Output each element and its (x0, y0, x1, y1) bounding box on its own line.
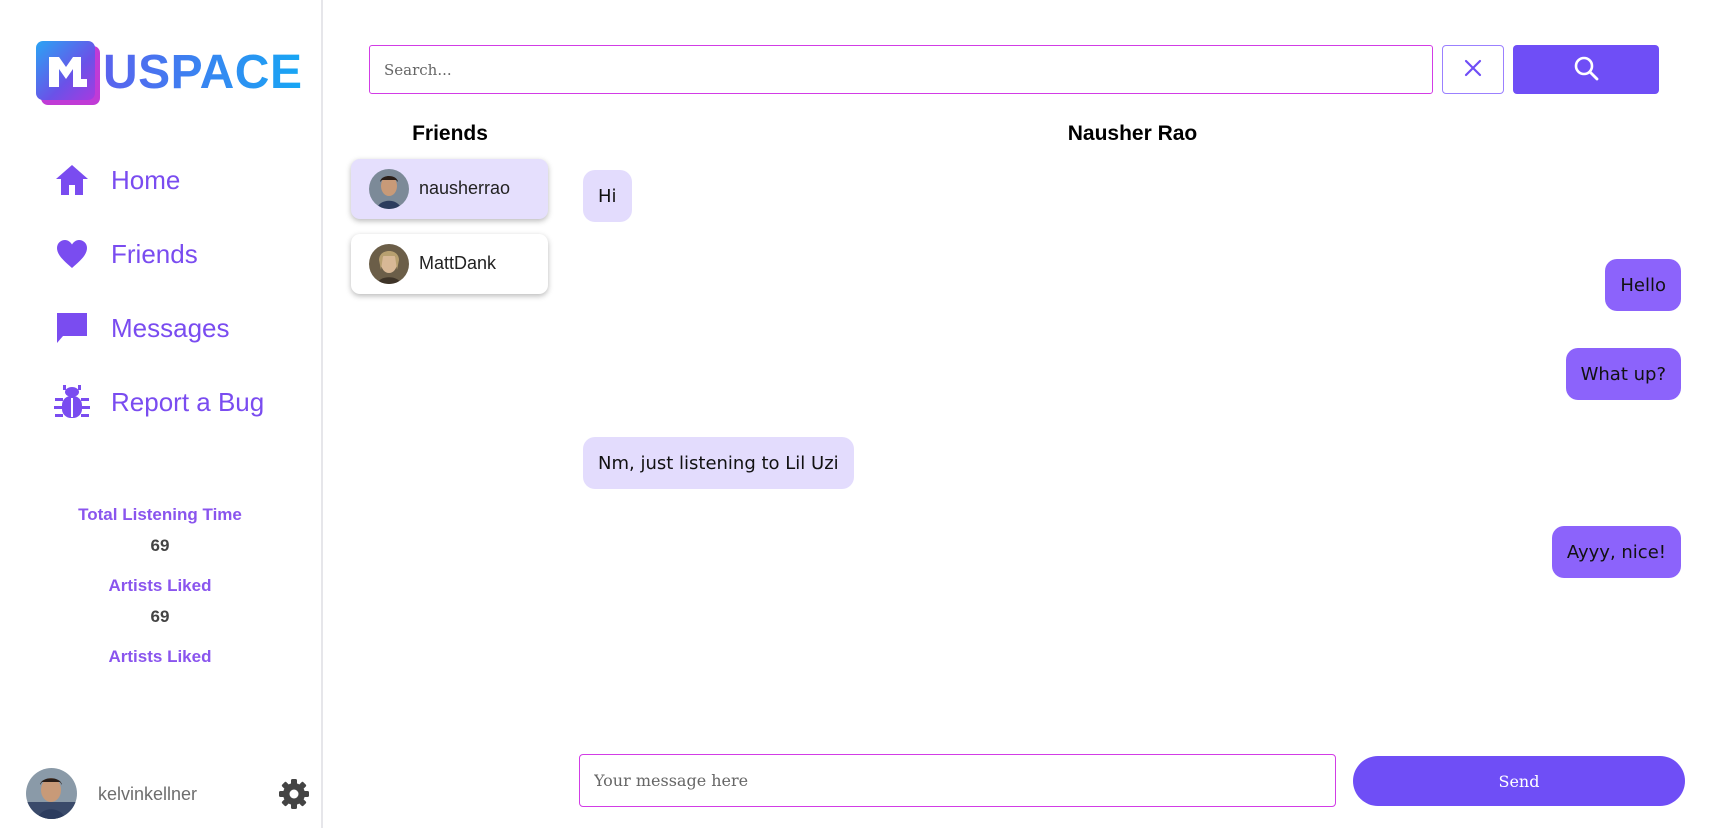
logo-mark-icon (36, 41, 100, 105)
message-bubble-received: Nm, just listening to Lil Uzi (583, 437, 854, 489)
search-icon (1573, 55, 1599, 84)
logo[interactable]: USPACE (36, 40, 302, 106)
sidebar-item-label: Report a Bug (111, 386, 265, 417)
message-input[interactable] (579, 754, 1336, 807)
friends-panel-title: Friends (412, 122, 488, 145)
send-button[interactable]: Send (1353, 756, 1685, 806)
sidebar-item-home[interactable]: Home (54, 162, 180, 198)
user-bar: kelvinkellner (26, 768, 316, 820)
close-icon (1464, 59, 1482, 80)
chat-title: Nausher Rao (1067, 122, 1198, 145)
stat-total-listening-time-label: Total Listening Time (78, 505, 242, 524)
sidebar-item-label: Home (111, 164, 181, 195)
clear-search-button[interactable] (1442, 45, 1504, 94)
app: USPACE Home Friends Messages Report a Bu… (0, 0, 1723, 828)
friend-avatar (369, 169, 409, 209)
username: kelvinkellner (98, 784, 198, 804)
search-input[interactable] (369, 45, 1433, 94)
message-bubble-sent: Ayyy, nice! (1551, 526, 1681, 578)
message-icon (54, 310, 90, 346)
gear-icon[interactable] (278, 778, 310, 810)
user-avatar[interactable] (26, 768, 77, 819)
friend-item-mattdank[interactable]: MattDank (351, 234, 548, 294)
sidebar-item-report-bug[interactable]: Report a Bug (54, 384, 264, 420)
sidebar-item-label: Messages (111, 312, 230, 343)
brand-name: USPACE (103, 40, 302, 106)
stat-artists-liked-label: Artists Liked (108, 576, 212, 595)
message-bubble-sent: What up? (1565, 348, 1681, 400)
stat-artists-liked-label-2: Artists Liked (108, 647, 212, 666)
sidebar-item-label: Friends (111, 238, 198, 269)
message-bubble-received: Hi (583, 170, 632, 222)
friend-avatar (369, 244, 409, 284)
friend-name: nausherrao (419, 178, 511, 198)
message-bubble-sent: Hello (1605, 259, 1681, 311)
home-icon (54, 162, 90, 198)
heart-icon (54, 236, 90, 272)
sidebar-item-messages[interactable]: Messages (54, 310, 230, 346)
friend-name: MattDank (419, 253, 497, 273)
sidebar: USPACE Home Friends Messages Report a Bu… (0, 0, 323, 828)
stat-artists-liked-value: 69 (150, 607, 170, 626)
sidebar-item-friends[interactable]: Friends (54, 236, 198, 272)
search-button[interactable] (1513, 45, 1659, 94)
stat-total-listening-time-value: 69 (150, 536, 170, 555)
bug-icon (54, 384, 90, 420)
friend-item-nausherrao[interactable]: nausherrao (351, 159, 548, 219)
